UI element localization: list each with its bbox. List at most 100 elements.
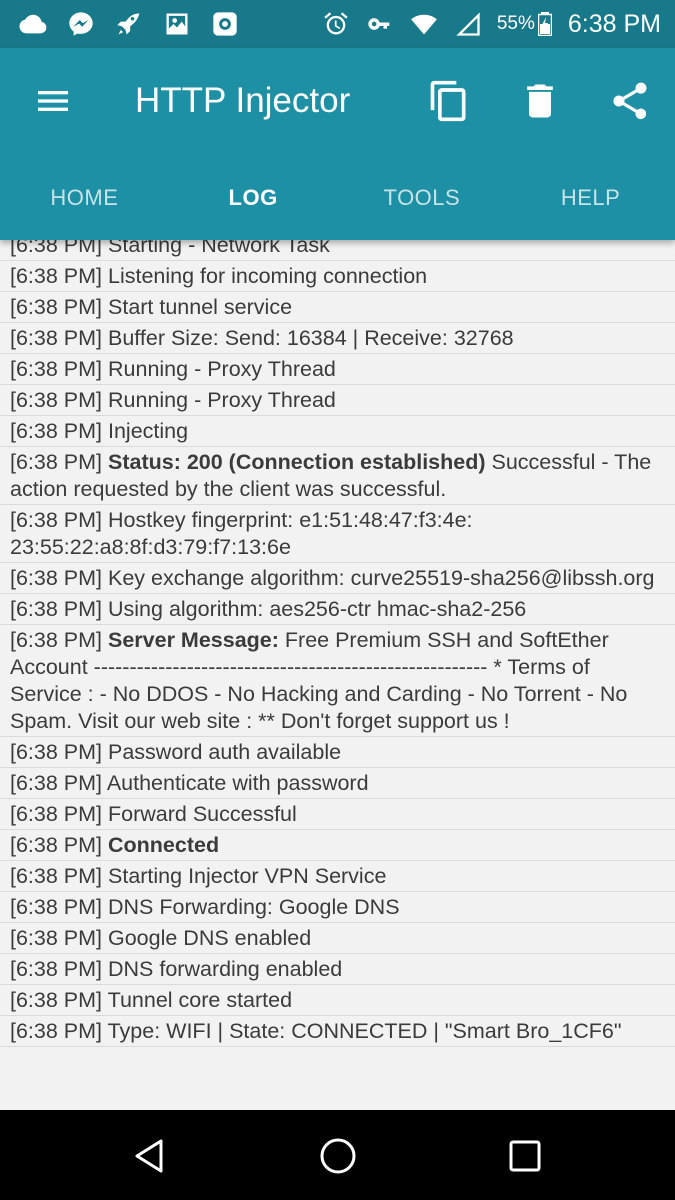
log-entry: [6:38 PM] Starting Injector VPN Service xyxy=(0,861,675,892)
alarm-icon xyxy=(321,9,351,39)
log-timestamp: [6:38 PM] xyxy=(10,802,103,826)
log-entry: [6:38 PM] Password auth available xyxy=(0,737,675,768)
log-entry: [6:38 PM] Running - Proxy Thread xyxy=(0,385,675,416)
log-timestamp: [6:38 PM] xyxy=(10,388,103,412)
log-entry: [6:38 PM] Buffer Size: Send: 16384 | Rec… xyxy=(0,323,675,354)
log-entry: [6:38 PM] Type: WIFI | State: CONNECTED … xyxy=(0,1016,675,1047)
delete-button[interactable] xyxy=(515,76,565,126)
log-list[interactable]: [6:38 PM] Starting - Network Task [6:38 P… xyxy=(0,240,675,1110)
log-timestamp: [6:38 PM] xyxy=(10,357,103,381)
share-icon xyxy=(613,82,647,120)
log-message: Starting - Network Task xyxy=(108,240,330,257)
log-entries: [6:38 PM] Starting - Network Task [6:38 P… xyxy=(0,240,675,1047)
log-timestamp: [6:38 PM] xyxy=(10,419,103,443)
log-timestamp: [6:38 PM] xyxy=(10,988,103,1012)
log-message: Tunnel core started xyxy=(107,988,293,1012)
log-message: DNS forwarding enabled xyxy=(108,957,343,981)
log-message: Running - Proxy Thread xyxy=(108,388,336,412)
hamburger-menu-icon xyxy=(38,91,68,111)
log-message: Start tunnel service xyxy=(108,295,293,319)
battery-indicator: 55% xyxy=(497,12,552,36)
log-entry: [6:38 PM] DNS Forwarding: Google DNS xyxy=(0,892,675,923)
app-icon xyxy=(210,9,240,39)
log-entry: [6:38 PM] Running - Proxy Thread xyxy=(0,354,675,385)
wifi-icon xyxy=(409,9,439,39)
log-message: Running - Proxy Thread xyxy=(108,357,336,381)
app-bar: HTTP Injector HOME LOG TOOLS HELP xyxy=(0,48,675,240)
copy-button[interactable] xyxy=(424,76,474,126)
log-message: Authenticate with password xyxy=(106,771,369,795)
log-timestamp: [6:38 PM] xyxy=(10,508,103,532)
log-entry: [6:38 PM] Forward Successful xyxy=(0,799,675,830)
log-timestamp: [6:38 PM] xyxy=(10,566,103,590)
tab-tools[interactable]: TOOLS xyxy=(338,170,507,226)
log-timestamp: [6:38 PM] xyxy=(10,597,103,621)
log-highlight: Connected xyxy=(108,833,220,857)
log-message: Forward Successful xyxy=(108,802,297,826)
home-icon xyxy=(320,1138,356,1174)
log-entry: [6:38 PM] Hostkey fingerprint: e1:51:48:… xyxy=(0,505,675,563)
log-message: Using algorithm: aes256-ctr hmac-sha2-25… xyxy=(108,597,527,621)
back-icon xyxy=(135,1139,163,1173)
log-timestamp: [6:38 PM] xyxy=(10,326,103,350)
app-title: HTTP Injector xyxy=(135,81,351,120)
log-message: Free Premium SSH and SoftEther Account -… xyxy=(10,628,628,733)
tab-bar: HOME LOG TOOLS HELP xyxy=(0,170,675,226)
log-timestamp: [6:38 PM] xyxy=(10,628,103,652)
delete-icon xyxy=(527,84,553,118)
messenger-icon xyxy=(66,9,96,39)
image-icon xyxy=(162,9,192,39)
home-button[interactable] xyxy=(316,1134,360,1178)
log-timestamp: [6:38 PM] xyxy=(10,450,103,474)
log-entry: [6:38 PM] Google DNS enabled xyxy=(0,923,675,954)
back-button[interactable] xyxy=(128,1134,172,1178)
log-timestamp: [6:38 PM] xyxy=(10,957,103,981)
log-timestamp: [6:38 PM] xyxy=(10,240,103,257)
log-message: DNS Forwarding: Google DNS xyxy=(108,895,400,919)
recents-icon xyxy=(509,1140,541,1172)
log-message: Listening for incoming connection xyxy=(108,264,428,288)
log-message: Starting Injector VPN Service xyxy=(108,864,387,888)
log-timestamp: [6:38 PM] xyxy=(10,926,103,950)
log-message: Type: WIFI | State: CONNECTED | "Smart B… xyxy=(107,1019,622,1043)
log-entry: [6:38 PM] Server Message: Free Premium S… xyxy=(0,625,675,737)
log-timestamp: [6:38 PM] xyxy=(10,833,103,857)
navigation-bar xyxy=(0,1110,675,1200)
log-entry: [6:38 PM] Connected xyxy=(0,830,675,861)
tab-help[interactable]: HELP xyxy=(506,170,675,226)
rocket-icon xyxy=(114,9,144,39)
log-entry: [6:38 PM] Injecting xyxy=(0,416,675,447)
log-timestamp: [6:38 PM] xyxy=(10,895,103,919)
tab-log[interactable]: LOG xyxy=(169,170,338,226)
battery-level: 55% xyxy=(496,13,535,34)
log-entry: [6:38 PM] Starting - Network Task xyxy=(0,240,675,261)
log-timestamp: [6:38 PM] xyxy=(10,771,103,795)
log-timestamp: [6:38 PM] xyxy=(10,1019,103,1043)
tab-home[interactable]: HOME xyxy=(0,170,169,226)
log-message: Buffer Size: Send: 16384 | Receive: 3276… xyxy=(108,326,514,350)
recents-button[interactable] xyxy=(503,1134,547,1178)
log-highlight: Status: 200 (Connection established) xyxy=(108,450,486,474)
log-message: Injecting xyxy=(108,419,189,443)
log-entry: [6:38 PM] Using algorithm: aes256-ctr hm… xyxy=(0,594,675,625)
log-message: Google DNS enabled xyxy=(108,926,312,950)
signal-icon xyxy=(453,9,483,39)
cloud-icon xyxy=(18,9,48,39)
log-entry: [6:38 PM] Tunnel core started xyxy=(0,985,675,1016)
status-bar: 55% 6:38 PM xyxy=(0,0,675,48)
log-message: Password auth available xyxy=(108,740,342,764)
log-timestamp: [6:38 PM] xyxy=(10,264,103,288)
log-entry: [6:38 PM] Authenticate with password xyxy=(0,768,675,799)
key-icon xyxy=(365,9,395,39)
log-entry: [6:38 PM] Key exchange algorithm: curve2… xyxy=(0,563,675,594)
log-timestamp: [6:38 PM] xyxy=(10,864,103,888)
menu-button[interactable] xyxy=(30,78,76,124)
clock: 6:38 PM xyxy=(567,9,661,38)
log-entry: [6:38 PM] Status: 200 (Connection establ… xyxy=(0,447,675,505)
share-button[interactable] xyxy=(605,76,655,126)
log-timestamp: [6:38 PM] xyxy=(10,740,103,764)
log-timestamp: [6:38 PM] xyxy=(10,295,103,319)
log-entry: [6:38 PM] Start tunnel service xyxy=(0,292,675,323)
log-entry: [6:38 PM] Listening for incoming connect… xyxy=(0,261,675,292)
copy-icon xyxy=(430,80,466,122)
